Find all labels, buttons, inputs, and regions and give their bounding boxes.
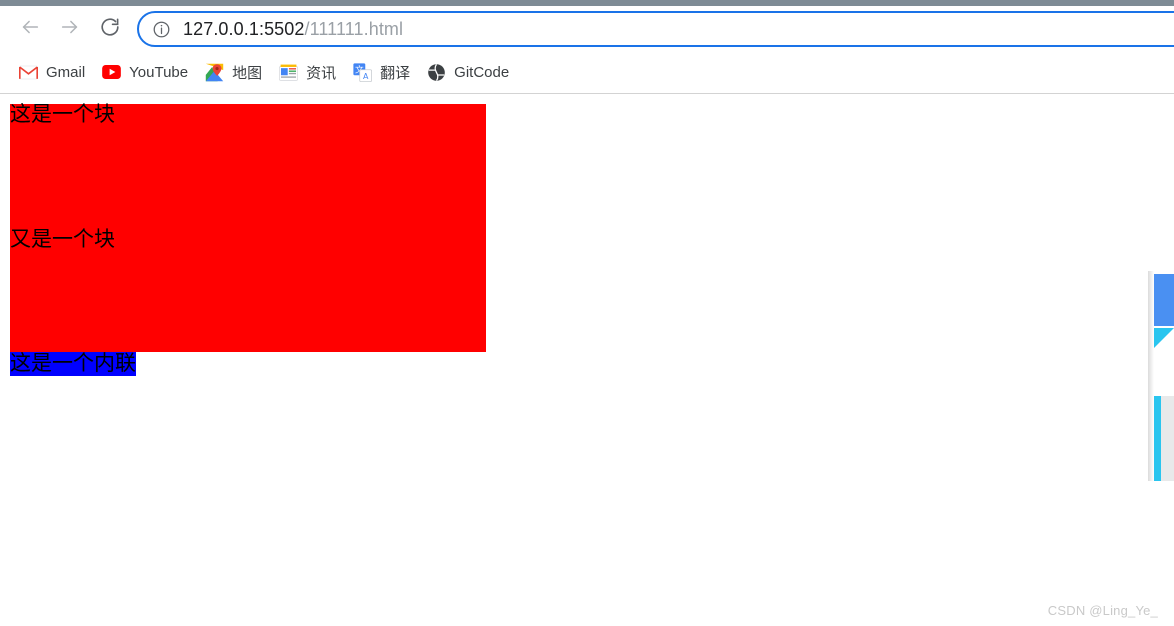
widget-blue-panel[interactable] [1154,274,1174,326]
arrow-left-icon [19,16,41,43]
browser-chrome: 127.0.0.1:5502/111111.html Gmail YouTube… [0,0,1174,94]
widget-gray-panel[interactable] [1161,396,1174,481]
bookmark-label: 地图 [232,64,263,82]
floating-side-widget[interactable] [1148,271,1174,481]
bookmark-gitcode[interactable]: GitCode [420,58,516,86]
address-bar[interactable]: 127.0.0.1:5502/111111.html [137,11,1174,47]
reload-icon [99,16,121,43]
bookmark-label: 资讯 [306,64,337,82]
bookmark-label: YouTube [129,63,189,81]
inline-row: 这是一个内联 [10,351,486,376]
bookmark-label: 翻译 [380,64,411,82]
reload-button[interactable] [93,12,127,46]
bookmark-label: GitCode [454,63,510,81]
google-translate-icon: 文 A [353,62,373,82]
blue-inline-element: 这是一个内联 [10,351,136,376]
google-news-icon [279,63,299,82]
widget-cyan-bar [1154,396,1161,481]
gmail-icon [19,63,38,82]
browser-toolbar: 127.0.0.1:5502/111111.html [0,6,1174,52]
red-block-line-2: 又是一个块 [10,227,115,251]
gitcode-globe-icon [427,63,446,82]
svg-text:A: A [363,71,369,80]
widget-white-gap [1154,328,1174,395]
forward-button[interactable] [53,12,87,46]
address-bar-path: /111111.html [304,18,404,39]
arrow-right-icon [59,16,81,43]
red-block-line-1: 这是一个块 [10,102,115,126]
bookmark-translate[interactable]: 文 A 翻译 [346,58,417,86]
bookmark-news[interactable]: 资讯 [272,58,343,86]
bookmark-gmail[interactable]: Gmail [12,58,92,86]
google-maps-icon [205,63,224,82]
page-info-icon[interactable] [152,20,171,39]
bookmark-youtube[interactable]: YouTube [95,58,195,86]
bookmarks-bar: Gmail YouTube 地图 资讯 文 A 翻译 GitCode [0,52,1174,92]
red-block-element: 这是一个块 又是一个块 [10,104,486,352]
bookmark-label: Gmail [46,63,86,81]
page-body: 这是一个块 又是一个块 这是一个内联 [0,94,494,384]
page-viewport: 这是一个块 又是一个块 这是一个内联 CSDN @Ling_Ye_ [0,94,1174,626]
youtube-icon [102,63,122,82]
address-bar-host: 127.0.0.1:5502 [183,18,305,39]
address-bar-url: 127.0.0.1:5502/111111.html [183,19,403,40]
back-button[interactable] [13,12,47,46]
csdn-watermark: CSDN @Ling_Ye_ [1047,603,1158,618]
bookmark-maps[interactable]: 地图 [198,58,269,86]
